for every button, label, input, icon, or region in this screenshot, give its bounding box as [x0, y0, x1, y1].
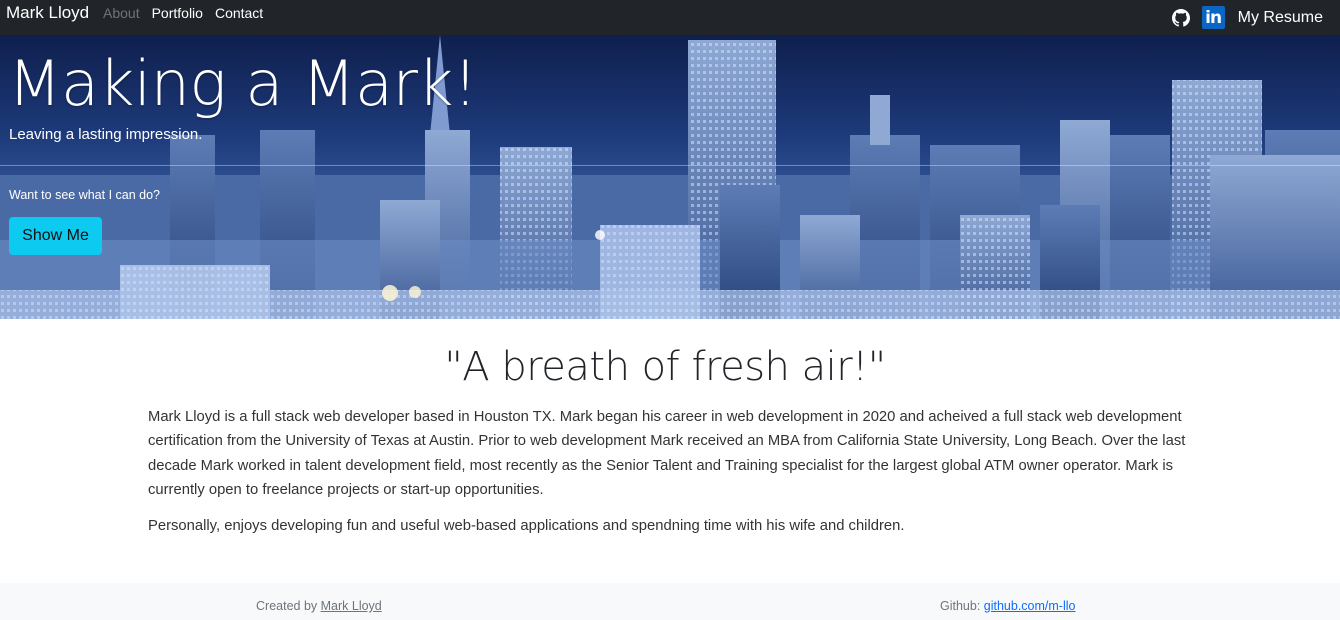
bio-paragraph: Mark Lloyd is a full stack web developer… — [148, 409, 1186, 498]
footer-author-link[interactable]: Mark Lloyd — [321, 599, 382, 613]
hero-divider — [0, 165, 1340, 166]
personal-paragraph: Personally, enjoys developing fun and us… — [148, 518, 905, 534]
footer: Created by Mark Lloyd Github: github.com… — [0, 583, 1340, 620]
nav-right: in My Resume — [1171, 0, 1323, 35]
footer-github-prefix: Github: — [940, 599, 984, 613]
hero-banner: Making a Mark! Leaving a lasting impress… — [0, 35, 1340, 319]
resume-link[interactable]: My Resume — [1238, 9, 1323, 27]
navbar: Mark Lloyd About Portfolio Contact in My… — [0, 0, 1340, 35]
github-icon[interactable] — [1171, 8, 1190, 27]
hero-question: Want to see what I can do? — [9, 188, 161, 202]
footer-github: Github: github.com/m-llo — [940, 599, 1075, 613]
brand-link[interactable]: Mark Lloyd — [6, 3, 89, 23]
nav-link-about[interactable]: About — [103, 5, 140, 21]
footer-credit-prefix: Created by — [256, 599, 321, 613]
linkedin-icon[interactable]: in — [1201, 6, 1225, 29]
footer-github-link[interactable]: github.com/m-llo — [984, 599, 1076, 613]
nav-link-portfolio[interactable]: Portfolio — [152, 5, 203, 21]
quote-heading: "A breath of fresh air!" — [444, 344, 886, 390]
nav-link-contact[interactable]: Contact — [215, 5, 263, 21]
nav-links: About Portfolio Contact — [103, 5, 263, 21]
hero-title: Making a Mark! — [8, 47, 478, 120]
show-me-button[interactable]: Show Me — [9, 217, 102, 255]
footer-credit: Created by Mark Lloyd — [256, 599, 382, 613]
hero-subtitle: Leaving a lasting impression. — [9, 126, 203, 143]
